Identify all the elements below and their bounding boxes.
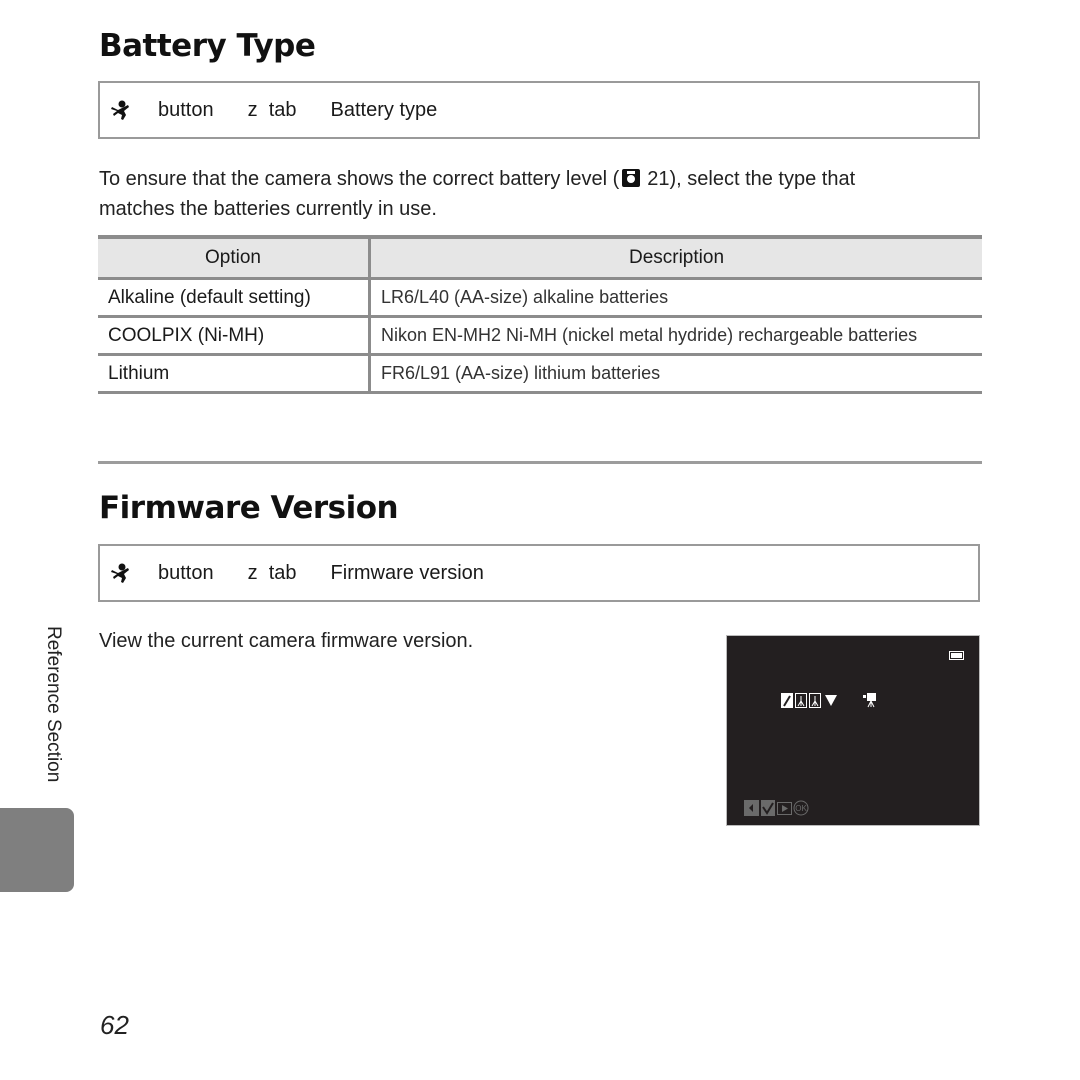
tripod-icon <box>795 693 807 708</box>
battery-options-table: Option Description Alkaline (default set… <box>98 235 982 394</box>
table-row: Alkaline (default setting) LR6/L40 (AA-s… <box>98 278 982 318</box>
intro-text: To ensure that the camera shows the corr… <box>99 168 620 190</box>
intro-text-line2: matches the batteries currently in use. <box>99 198 437 220</box>
table-row: COOLPIX (Ni-MH) Nikon EN-MH2 Ni-MH (nick… <box>98 316 982 356</box>
setup-menu-icon <box>111 100 129 120</box>
header-description: Description <box>369 235 982 280</box>
battery-procedure-box: button z tab Battery type <box>98 81 980 139</box>
option-cell: Alkaline (default setting) <box>98 278 371 318</box>
section-tab-marker <box>0 808 74 892</box>
tripod-icon <box>809 693 821 708</box>
camera-reference-icon <box>622 169 641 187</box>
firmware-version-title: Firmware Version <box>99 490 399 526</box>
firmware-procedure-box: button z tab Firmware version <box>98 544 980 602</box>
down-triangle-icon <box>825 695 837 706</box>
reference-section-label: Reference Section <box>43 626 64 783</box>
battery-indicator-icon <box>949 651 964 660</box>
procedure-step-tab: z tab <box>247 98 297 121</box>
battery-type-title: Battery Type <box>99 28 316 64</box>
procedure-step-item: Battery type <box>330 98 438 121</box>
procedure-step-tab: z tab <box>247 561 297 584</box>
option-cell: Lithium <box>98 354 371 394</box>
navigation-guide-icons: OK <box>744 800 809 816</box>
table-header-row: Option Description <box>98 235 982 280</box>
intro-ref-page: 21), select the type that <box>647 168 856 190</box>
section-divider <box>98 461 982 464</box>
description-cell: LR6/L40 (AA-size) alkaline batteries <box>369 278 982 318</box>
movie-camera-icon <box>863 693 876 708</box>
svg-text:OK: OK <box>795 804 807 813</box>
description-cell: FR6/L91 (AA-size) lithium batteries <box>369 354 982 394</box>
option-cell: COOLPIX (Ni-MH) <box>98 316 371 356</box>
description-cell: Nikon EN-MH2 Ni-MH (nickel metal hydride… <box>369 316 982 356</box>
table-row: Lithium FR6/L91 (AA-size) lithium batter… <box>98 354 982 394</box>
battery-intro: To ensure that the camera shows the corr… <box>99 164 939 224</box>
page-number: 62 <box>100 1010 129 1040</box>
header-option: Option <box>98 235 371 280</box>
procedure-step-item: Firmware version <box>330 561 484 584</box>
setup-menu-icon <box>111 563 129 583</box>
edit-icon <box>781 693 793 708</box>
procedure-step-button: button <box>158 561 214 584</box>
camera-screen-preview: OK <box>726 635 980 826</box>
procedure-step-button: button <box>158 98 214 121</box>
